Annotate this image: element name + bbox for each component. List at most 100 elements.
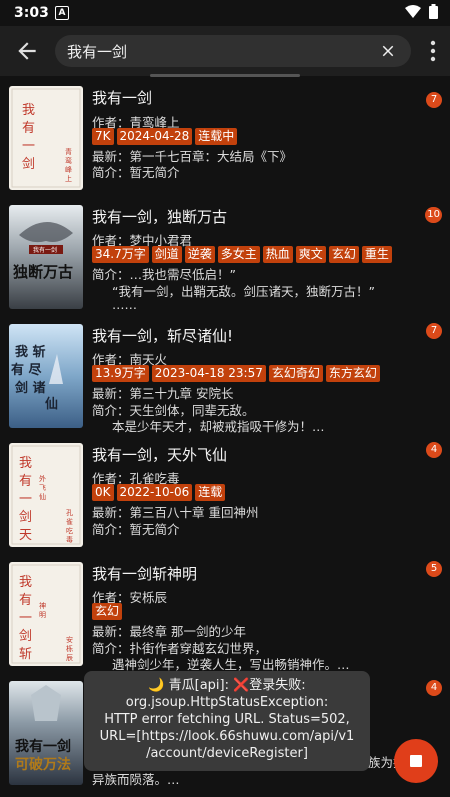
source-count-badge: 7 xyxy=(426,92,442,108)
tag: 玄幻奇幻 xyxy=(268,365,323,382)
svg-text:辰: 辰 xyxy=(66,654,73,662)
tag: 热血 xyxy=(262,246,293,263)
book-intro: 简介：暂无简介 xyxy=(92,522,180,537)
tag: 2023-04-18 23:57 xyxy=(151,365,266,382)
svg-text:一: 一 xyxy=(19,492,32,507)
svg-text:剑: 剑 xyxy=(22,156,35,172)
svg-text:我: 我 xyxy=(19,575,32,590)
tag: 重生 xyxy=(361,246,392,263)
tag: 爽文 xyxy=(295,246,326,263)
book-tags: 34.7万字 剑道 逆袭 多女主 热血 爽文 玄幻 重生 xyxy=(92,246,392,263)
error-toast: 🌙 青瓜[api]: ❌登录失败: org.jsoup.HttpStatusEx… xyxy=(84,671,370,771)
svg-text:有: 有 xyxy=(22,121,35,136)
list-item[interactable]: 我 有 一 剑 斩 神 明 安 栎 辰 我有一剑斩神明 作者：安栎辰 玄幻 最新… xyxy=(0,558,450,677)
svg-text:有: 有 xyxy=(19,474,32,489)
book-intro: 简介：暂无简介 xyxy=(92,165,180,180)
book-cover: 我 有 一 剑 青 鸾 峰 上 xyxy=(9,86,83,190)
battery-icon xyxy=(429,4,438,19)
svg-text:外: 外 xyxy=(39,474,46,483)
search-box[interactable] xyxy=(55,35,411,67)
list-item[interactable]: 我有一剑 独断万古 我有一剑，独断万古 作者：梦中小君君 34.7万字 剑道 逆… xyxy=(0,201,450,320)
status-time: 3:03 xyxy=(14,5,49,21)
svg-text:剑: 剑 xyxy=(19,628,32,644)
toast-line: /account/deviceRegister] xyxy=(146,746,308,761)
tag: 7K xyxy=(92,128,114,145)
source-count-badge: 4 xyxy=(426,442,442,458)
book-tags: 7K 2024-04-28 连载中 xyxy=(92,128,238,145)
tag: 玄幻 xyxy=(328,246,359,263)
svg-text:鸾: 鸾 xyxy=(65,156,72,165)
svg-text:一: 一 xyxy=(19,611,32,626)
book-cover: 我 有 一 剑 天 外 飞 仙 孔 雀 吃 毒 xyxy=(9,443,83,547)
book-cover: 我有一剑 独断万古 xyxy=(9,205,83,309)
book-title: 我有一剑 xyxy=(92,89,153,107)
clear-icon[interactable] xyxy=(379,42,397,60)
list-item[interactable]: 我 有 一 剑 天 外 飞 仙 孔 雀 吃 毒 我有一剑，天外飞仙 作者：孔雀吃… xyxy=(0,439,450,558)
svg-text:斩: 斩 xyxy=(19,647,32,662)
tag: 逆袭 xyxy=(184,246,215,263)
tag: 连载中 xyxy=(195,128,238,145)
tag: 剑道 xyxy=(151,246,182,263)
svg-text:一: 一 xyxy=(22,139,35,154)
source-count-badge: 4 xyxy=(426,680,442,696)
book-cover: 我 斩 有 尽 剑 诸 仙 xyxy=(9,324,83,428)
tag: 34.7万字 xyxy=(92,246,149,263)
tag: 2022-10-06 xyxy=(116,484,193,501)
back-arrow-icon[interactable] xyxy=(14,38,40,64)
source-count-badge: 10 xyxy=(425,207,442,223)
svg-text:安: 安 xyxy=(66,635,73,644)
svg-text:我有一剑: 我有一剑 xyxy=(15,738,71,755)
svg-text:飞: 飞 xyxy=(39,484,46,492)
tag: 多女主 xyxy=(217,246,260,263)
tag: 13.9万字 xyxy=(92,365,149,382)
svg-text:青: 青 xyxy=(65,147,72,156)
svg-text:毒: 毒 xyxy=(66,535,73,544)
svg-text:仙: 仙 xyxy=(45,396,58,412)
source-count-badge: 5 xyxy=(426,561,442,577)
stop-search-button[interactable] xyxy=(394,739,438,783)
svg-text:孔: 孔 xyxy=(66,509,73,517)
toast-line: 🌙 青瓜[api]: ❌登录失败: xyxy=(148,678,306,693)
tag: 连载 xyxy=(195,484,226,501)
book-cover: 我 有 一 剑 斩 神 明 安 栎 辰 xyxy=(9,562,83,666)
more-vert-icon[interactable] xyxy=(430,40,436,62)
status-bar: 3:03 A xyxy=(0,0,450,26)
svg-text:剑 诸: 剑 诸 xyxy=(14,380,46,396)
list-item[interactable]: 我 有 一 剑 青 鸾 峰 上 我有一剑 作者：青鸾峰上 7K 2024-04-… xyxy=(0,82,450,201)
svg-text:我 斩: 我 斩 xyxy=(15,344,46,360)
book-title: 我有一剑，天外飞仙 xyxy=(92,446,228,464)
list-item[interactable]: 我 斩 有 尽 剑 诸 仙 我有一剑，斩尽诸仙! 作者：南天火 13.9万字 2… xyxy=(0,320,450,439)
status-icons xyxy=(405,4,438,19)
tag: 0K xyxy=(92,484,114,501)
book-tags: 玄幻 xyxy=(92,603,123,620)
tag: 东方玄幻 xyxy=(325,365,380,382)
book-tags: 13.9万字 2023-04-18 23:57 玄幻奇幻 东方玄幻 xyxy=(92,365,380,382)
book-intro-cont: “我有一剑，出鞘无敌。剑压诸天，独断万古！” xyxy=(112,284,375,299)
svg-text:仙: 仙 xyxy=(39,492,46,501)
svg-text:峰: 峰 xyxy=(65,165,72,174)
search-toolbar xyxy=(0,26,450,76)
svg-text:我有一剑: 我有一剑 xyxy=(33,246,57,254)
svg-text:独断万古: 独断万古 xyxy=(13,263,73,281)
toast-line: URL=[https://look.66shuwu.com/api/v1 xyxy=(99,729,355,744)
toast-line: HTTP error fetching URL. Status=502, xyxy=(104,712,350,727)
svg-text:吃: 吃 xyxy=(66,526,73,535)
search-input[interactable] xyxy=(67,35,367,67)
toast-line: org.jsoup.HttpStatusException: xyxy=(125,695,329,710)
book-intro-cont: 本是少年天才，却被戒指吸干修为！… xyxy=(112,419,325,434)
wifi-icon xyxy=(405,4,421,18)
svg-text:雀: 雀 xyxy=(66,517,73,526)
svg-text:我: 我 xyxy=(19,456,32,471)
svg-text:明: 明 xyxy=(39,611,46,619)
book-title: 我有一剑斩神明 xyxy=(92,565,198,583)
svg-text:神: 神 xyxy=(39,601,46,610)
notification-icon: A xyxy=(55,6,69,20)
svg-text:上: 上 xyxy=(65,174,72,183)
book-title: 我有一剑，斩尽诸仙! xyxy=(92,327,234,345)
cover-title-glyph: 我 xyxy=(22,103,35,118)
book-intro-cont: 异族而陨落。… xyxy=(92,772,180,787)
book-tags: 0K 2022-10-06 连载 xyxy=(92,484,226,501)
book-title: 我有一剑，独断万古 xyxy=(92,208,228,226)
source-count-badge: 7 xyxy=(426,323,442,339)
book-cover: 我有一剑 可破万法 xyxy=(9,681,83,785)
